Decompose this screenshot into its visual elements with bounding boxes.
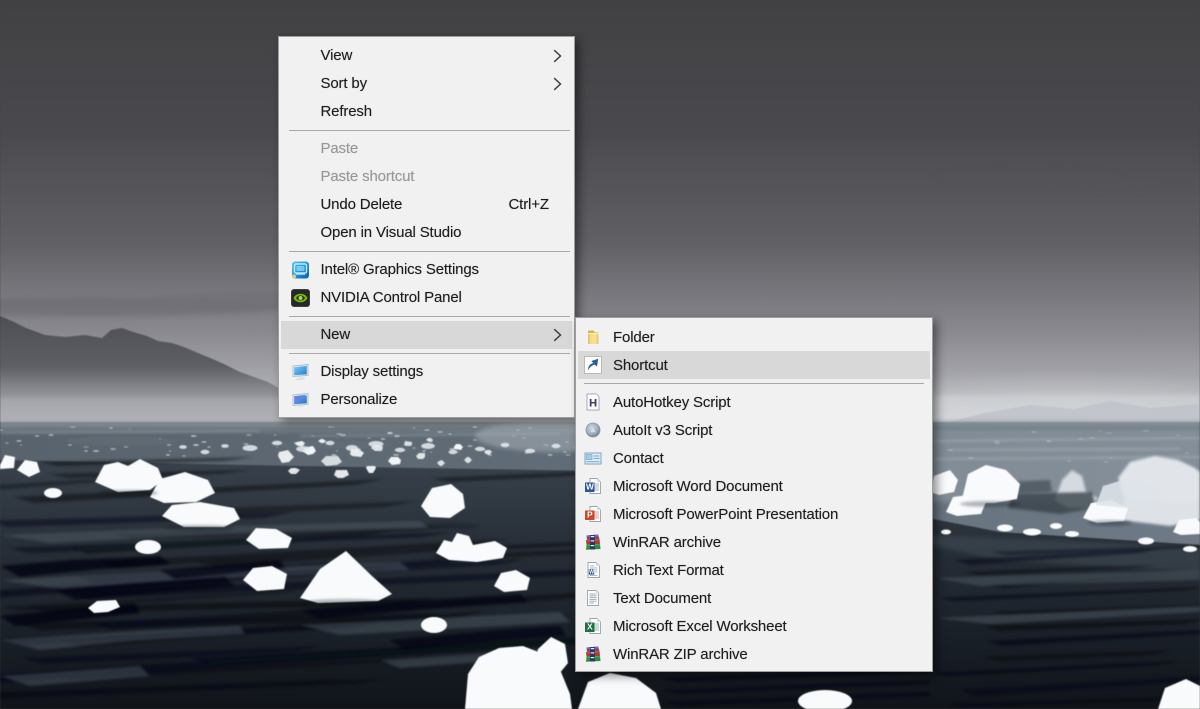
svg-text:P: P	[587, 510, 593, 520]
svg-text:W: W	[586, 482, 595, 492]
svg-text:X: X	[587, 622, 593, 632]
svg-text:W: W	[589, 569, 594, 575]
svg-text:H: H	[589, 397, 597, 409]
